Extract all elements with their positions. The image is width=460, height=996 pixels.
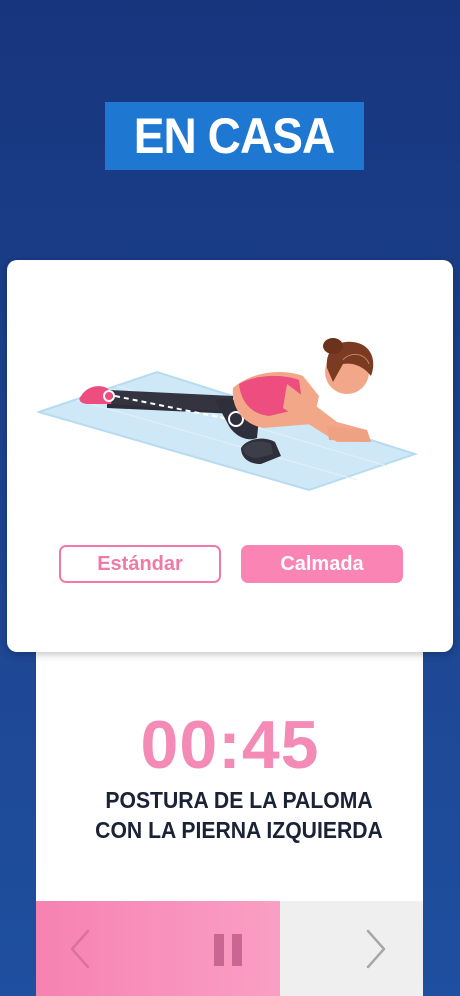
calm-mode-button[interactable]: Calmada	[241, 545, 403, 583]
page-title: EN CASA	[134, 108, 336, 164]
title-banner: EN CASA	[105, 102, 364, 170]
chevron-left-icon[interactable]	[66, 927, 96, 971]
exercise-card: Estándar Calmada	[7, 260, 453, 652]
exercise-name-line2: CON LA PIERNA IZQUIERDA	[95, 817, 383, 843]
exercise-name-line1: POSTURA DE LA PALOMA	[105, 787, 373, 813]
countdown-timer: 00:45	[140, 707, 320, 783]
exercise-name: POSTURA DE LA PALOMA CON LA PIERNA IZQUI…	[19, 785, 459, 845]
standard-mode-button[interactable]: Estándar	[59, 545, 221, 583]
chevron-right-icon[interactable]	[360, 927, 390, 971]
pause-icon[interactable]	[212, 934, 246, 966]
playback-controls	[36, 901, 423, 996]
next-area	[280, 901, 423, 996]
pigeon-pose-illustration	[37, 338, 419, 492]
